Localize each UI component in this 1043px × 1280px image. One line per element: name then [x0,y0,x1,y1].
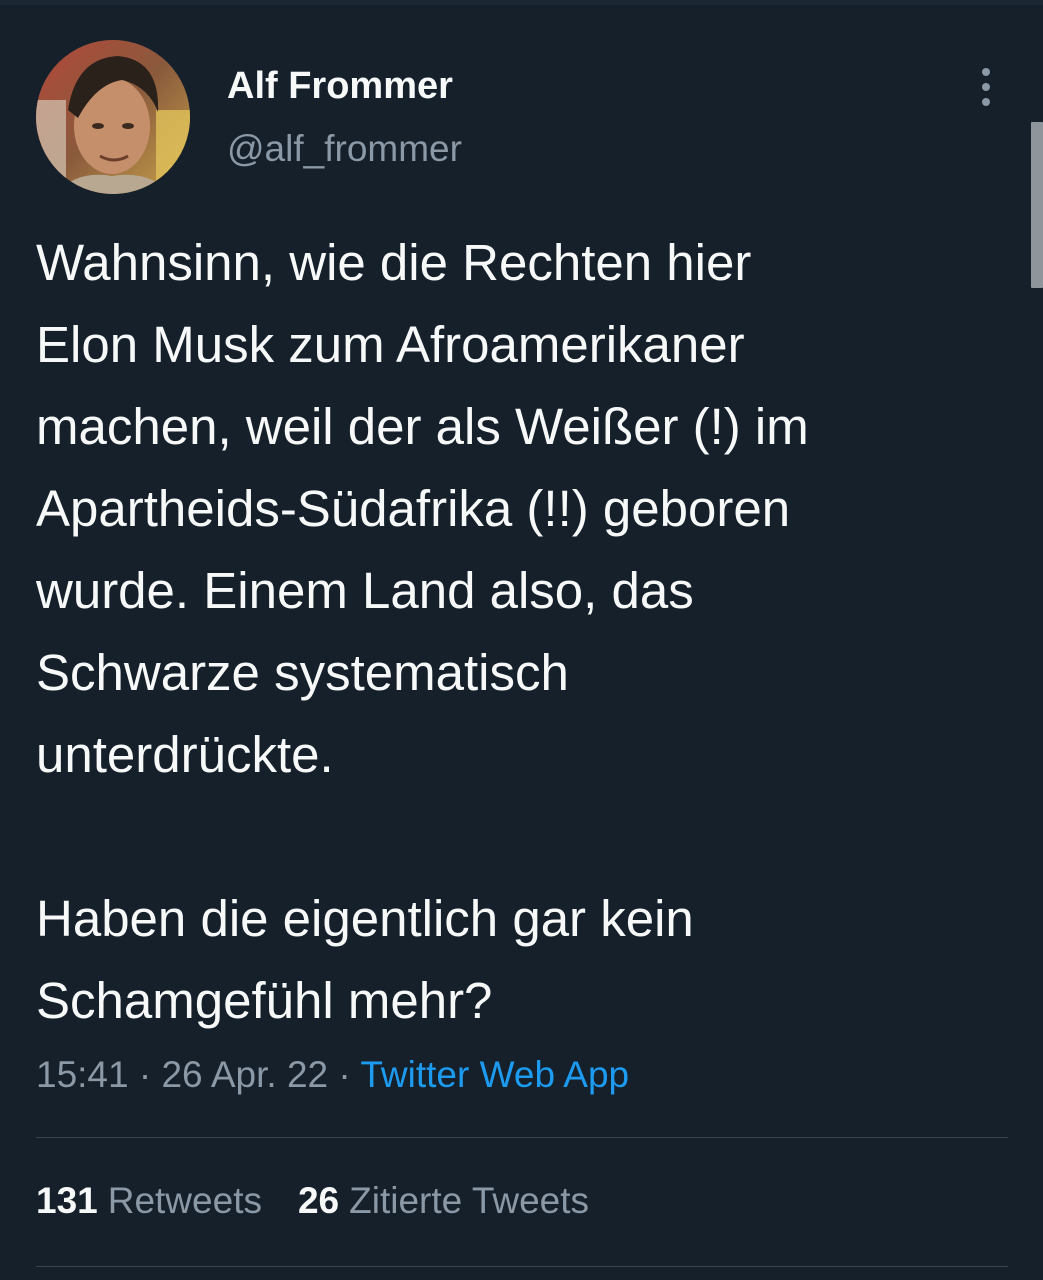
quotes-count: 26 [297,1180,340,1221]
profile-photo-icon [36,40,190,194]
tweet-source-link[interactable]: Twitter Web App [360,1054,629,1095]
tweet-line: machen, weil der als Weißer (!) im [36,398,809,455]
avatar[interactable] [36,40,190,194]
retweets-stat[interactable]: 131 Retweets [36,1180,262,1222]
divider [36,1266,1008,1267]
tweet-line: Schwarze systematisch [36,644,569,701]
more-options-button[interactable] [968,66,1004,108]
top-edge [0,0,1043,5]
tweet-line: Wahnsinn, wie die Rechten hier [36,234,752,291]
tweet-date[interactable]: 26 Apr. 22 [161,1054,328,1095]
tweet-metadata: 15:41 · 26 Apr. 22 · Twitter Web App [36,1054,629,1096]
tweet-line: Apartheids-Südafrika (!!) geboren [36,480,791,537]
scrollbar-thumb[interactable] [1031,122,1043,288]
tweet-line: wurde. Einem Land also, das [36,562,694,619]
tweet-text: Wahnsinn, wie die Rechten hier Elon Musk… [36,222,1026,1042]
tweet-line: unterdrückte. [36,726,334,783]
more-vertical-icon [982,68,990,76]
tweet-time[interactable]: 15:41 [36,1054,129,1095]
tweet-line: Elon Musk zum Afroamerikaner [36,316,745,373]
tweet-line: Schamgefühl mehr? [36,972,493,1029]
retweets-count: 131 [36,1180,98,1221]
tweet-line: Haben die eigentlich gar kein [36,890,694,947]
quotes-label: Zitierte Tweets [349,1180,590,1221]
meta-separator: · [338,1054,351,1095]
meta-separator: · [138,1054,152,1095]
retweets-label: Retweets [107,1180,262,1221]
author-handle[interactable]: @alf_frommer [227,128,462,170]
divider [36,1137,1008,1138]
author-display-name[interactable]: Alf Frommer [227,65,453,108]
quote-tweets-stat[interactable]: 26 Zitierte Tweets [298,1180,589,1222]
more-vertical-icon-dot [982,98,990,106]
tweet-stats: 131 Retweets 26 Zitierte Tweets [36,1180,625,1222]
more-vertical-icon-dot [982,83,990,91]
